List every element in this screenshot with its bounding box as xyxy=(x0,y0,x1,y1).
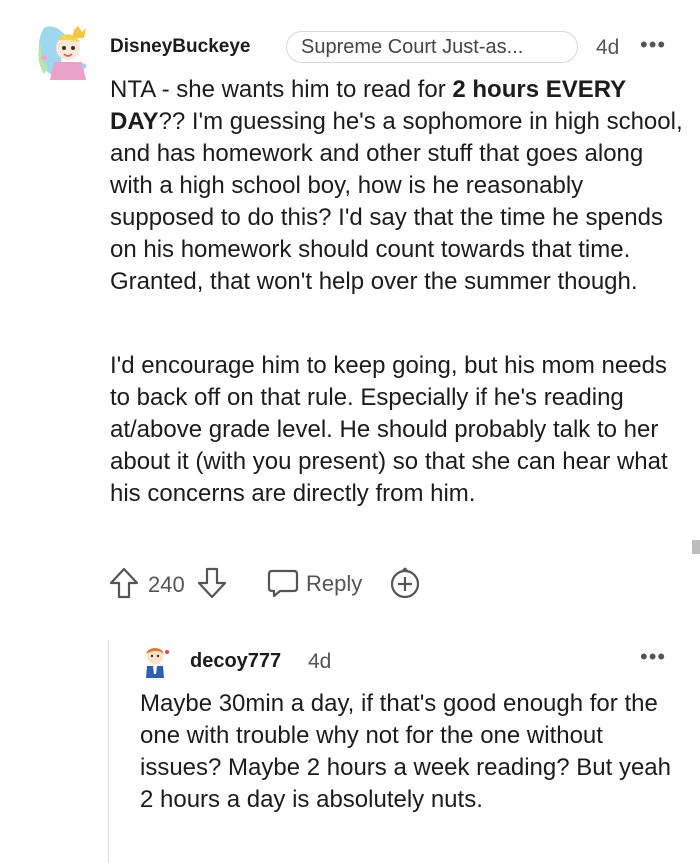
reply-age: 4d xyxy=(308,650,332,673)
award-button[interactable] xyxy=(388,566,422,600)
comment-text-space xyxy=(539,76,546,103)
speech-bubble-icon xyxy=(267,569,299,598)
reply-button[interactable] xyxy=(266,566,300,600)
thread-line[interactable] xyxy=(108,640,109,863)
reply-avatar-icon[interactable] xyxy=(140,644,174,678)
comment-paragraph-2: I'd encourage him to keep going, but his… xyxy=(110,352,668,507)
downvote-arrow-icon xyxy=(197,567,227,599)
reply-text: Maybe 30min a day, if that's good enough… xyxy=(140,690,671,813)
upvote-button[interactable] xyxy=(108,566,140,600)
scrollbar-thumb[interactable] xyxy=(692,540,700,554)
reply-label[interactable]: Reply xyxy=(306,571,362,597)
comment-age: 4d xyxy=(596,36,620,59)
more-options-icon[interactable]: ••• xyxy=(640,32,666,58)
award-plus-icon xyxy=(390,567,420,599)
avatar-icon[interactable] xyxy=(30,18,94,82)
comment-text-lead: NTA - she wants him to read for xyxy=(110,76,453,103)
reply-username[interactable]: decoy777 xyxy=(190,650,281,673)
comment-actions: 240 Reply xyxy=(108,566,568,606)
user-flair: Supreme Court Just-as... xyxy=(286,31,578,63)
upvote-arrow-icon xyxy=(109,567,139,599)
vote-score: 240 xyxy=(148,572,185,597)
reply-more-options-icon[interactable]: ••• xyxy=(640,644,666,670)
comment-paragraph-1: NTA - she wants him to read for 2 hours … xyxy=(110,74,685,298)
comment-text-bold-1: 2 hours xyxy=(452,76,540,103)
comment-username[interactable]: DisneyBuckeye xyxy=(110,36,250,58)
downvote-button[interactable] xyxy=(196,566,228,600)
comment-text-rest: ?? I'm guessing he's a sophomore in high… xyxy=(110,108,683,295)
